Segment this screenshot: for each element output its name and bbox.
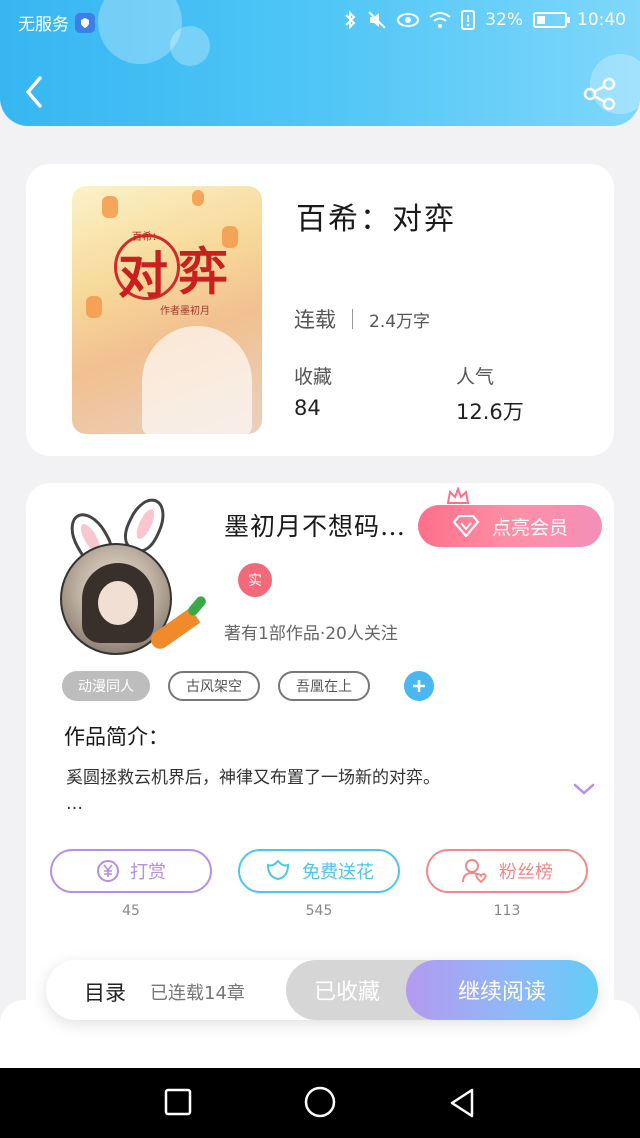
add-tag-button[interactable] [404,671,434,701]
plus-icon [413,680,425,692]
vip-button-label: 点亮会员 [491,516,568,539]
user-heart-icon [462,859,487,884]
cover-figure [142,326,252,434]
tag-list: 动漫同人 古风架空 吾凰在上 [62,671,434,701]
sim-alert-icon [461,10,476,30]
intro-body: 奚圆拯救云机界后，神律又布置了一场新的对弈。 [66,768,440,788]
home-icon[interactable] [304,1086,336,1118]
reward-label: 打赏 [130,862,166,883]
tag-item[interactable]: 动漫同人 [62,671,150,701]
serial-info: 连载 2.4万字 [294,304,430,334]
intro-ellipsis: … [66,794,83,814]
reward-count: 45 [122,903,140,919]
author-name[interactable]: 墨初月不想码… [224,507,406,543]
vip-button[interactable]: 点亮会员 [418,505,602,547]
battery-percent: 32% [485,10,523,30]
chevron-left-icon [26,76,42,108]
battery-level [537,16,545,24]
yen-icon [97,860,119,882]
popularity-value: 12.6万 [456,400,524,424]
intro-text: 奚圆拯救云机界后，神律又布置了一场新的对弈。 … [66,765,536,817]
share-button[interactable] [582,76,618,112]
clock: 10:40 [577,10,626,30]
author-meta: 著有1部作品·20人关注 [224,624,398,644]
fan-ranking-button[interactable]: 粉丝榜 [426,849,588,893]
eye-icon [397,13,420,27]
header: 无服务 32% 10:40 [0,0,640,126]
toc-button[interactable]: 目录 [84,977,126,1007]
word-count: 2.4万字 [369,311,431,332]
tag-item[interactable]: 吾凰在上 [278,671,370,701]
lantern-decor [86,296,102,318]
share-icon [583,77,616,111]
back-button[interactable] [20,74,50,110]
reward-button[interactable]: 打赏 [50,849,212,893]
system-nav-bar [0,1068,640,1138]
shield-icon [75,12,95,33]
book-info-card: 百希： 对 弈 作者墨初月 百希：对弈 连载 2.4万字 收藏 84 人气 12… [26,164,614,456]
wifi-icon [429,12,451,28]
crown-icon [446,487,470,504]
send-flower-button[interactable]: 免费送花 [238,849,400,893]
bluetooth-icon [345,10,356,30]
recents-icon[interactable] [164,1088,192,1116]
author-avatar-wrap[interactable] [56,492,226,655]
fan-ranking-label: 粉丝榜 [499,862,553,883]
lantern-decor [192,190,204,206]
intro-title: 作品简介： [64,725,169,749]
cover-author: 作者墨初月 [160,306,210,317]
fan-count: 113 [493,903,521,919]
diamond-icon [452,515,480,537]
mute-icon [368,11,386,29]
divider [352,309,353,329]
lantern-decor [102,196,118,218]
send-flower-label: 免费送花 [302,862,374,883]
verified-badge: 实 [238,563,272,597]
popularity-label: 人气 [456,366,495,388]
back-nav-icon[interactable] [448,1088,476,1118]
favorites-value: 84 [294,396,321,420]
cover-title-1: 对 [118,246,168,305]
chapter-count: 已连载14章 [150,983,245,1004]
continue-reading-button[interactable]: 继续阅读 [406,960,598,1020]
author-card: 墨初月不想码… 点亮会员 实 著有1部作品·20人关注 动漫同人 古风架空 吾凰… [26,483,614,1043]
flower-icon [266,859,290,881]
tag-item[interactable]: 古风架空 [168,671,260,701]
flower-count: 545 [305,903,333,919]
serial-status: 连载 [294,308,336,332]
carrier-text: 无服务 [18,15,69,35]
status-bar: 无服务 32% 10:40 [0,0,640,44]
carrot-leaf-decor [186,594,208,618]
book-cover[interactable]: 百希： 对 弈 作者墨初月 [72,186,262,434]
book-title: 百希：对弈 [296,202,456,237]
chevron-down-icon[interactable] [572,781,596,797]
cover-title-2: 弈 [178,242,228,301]
favorites-label: 收藏 [294,366,333,388]
battery-icon [533,12,570,28]
bottom-action-bar: 目录 已连载14章 已收藏 继续阅读 [46,960,598,1020]
